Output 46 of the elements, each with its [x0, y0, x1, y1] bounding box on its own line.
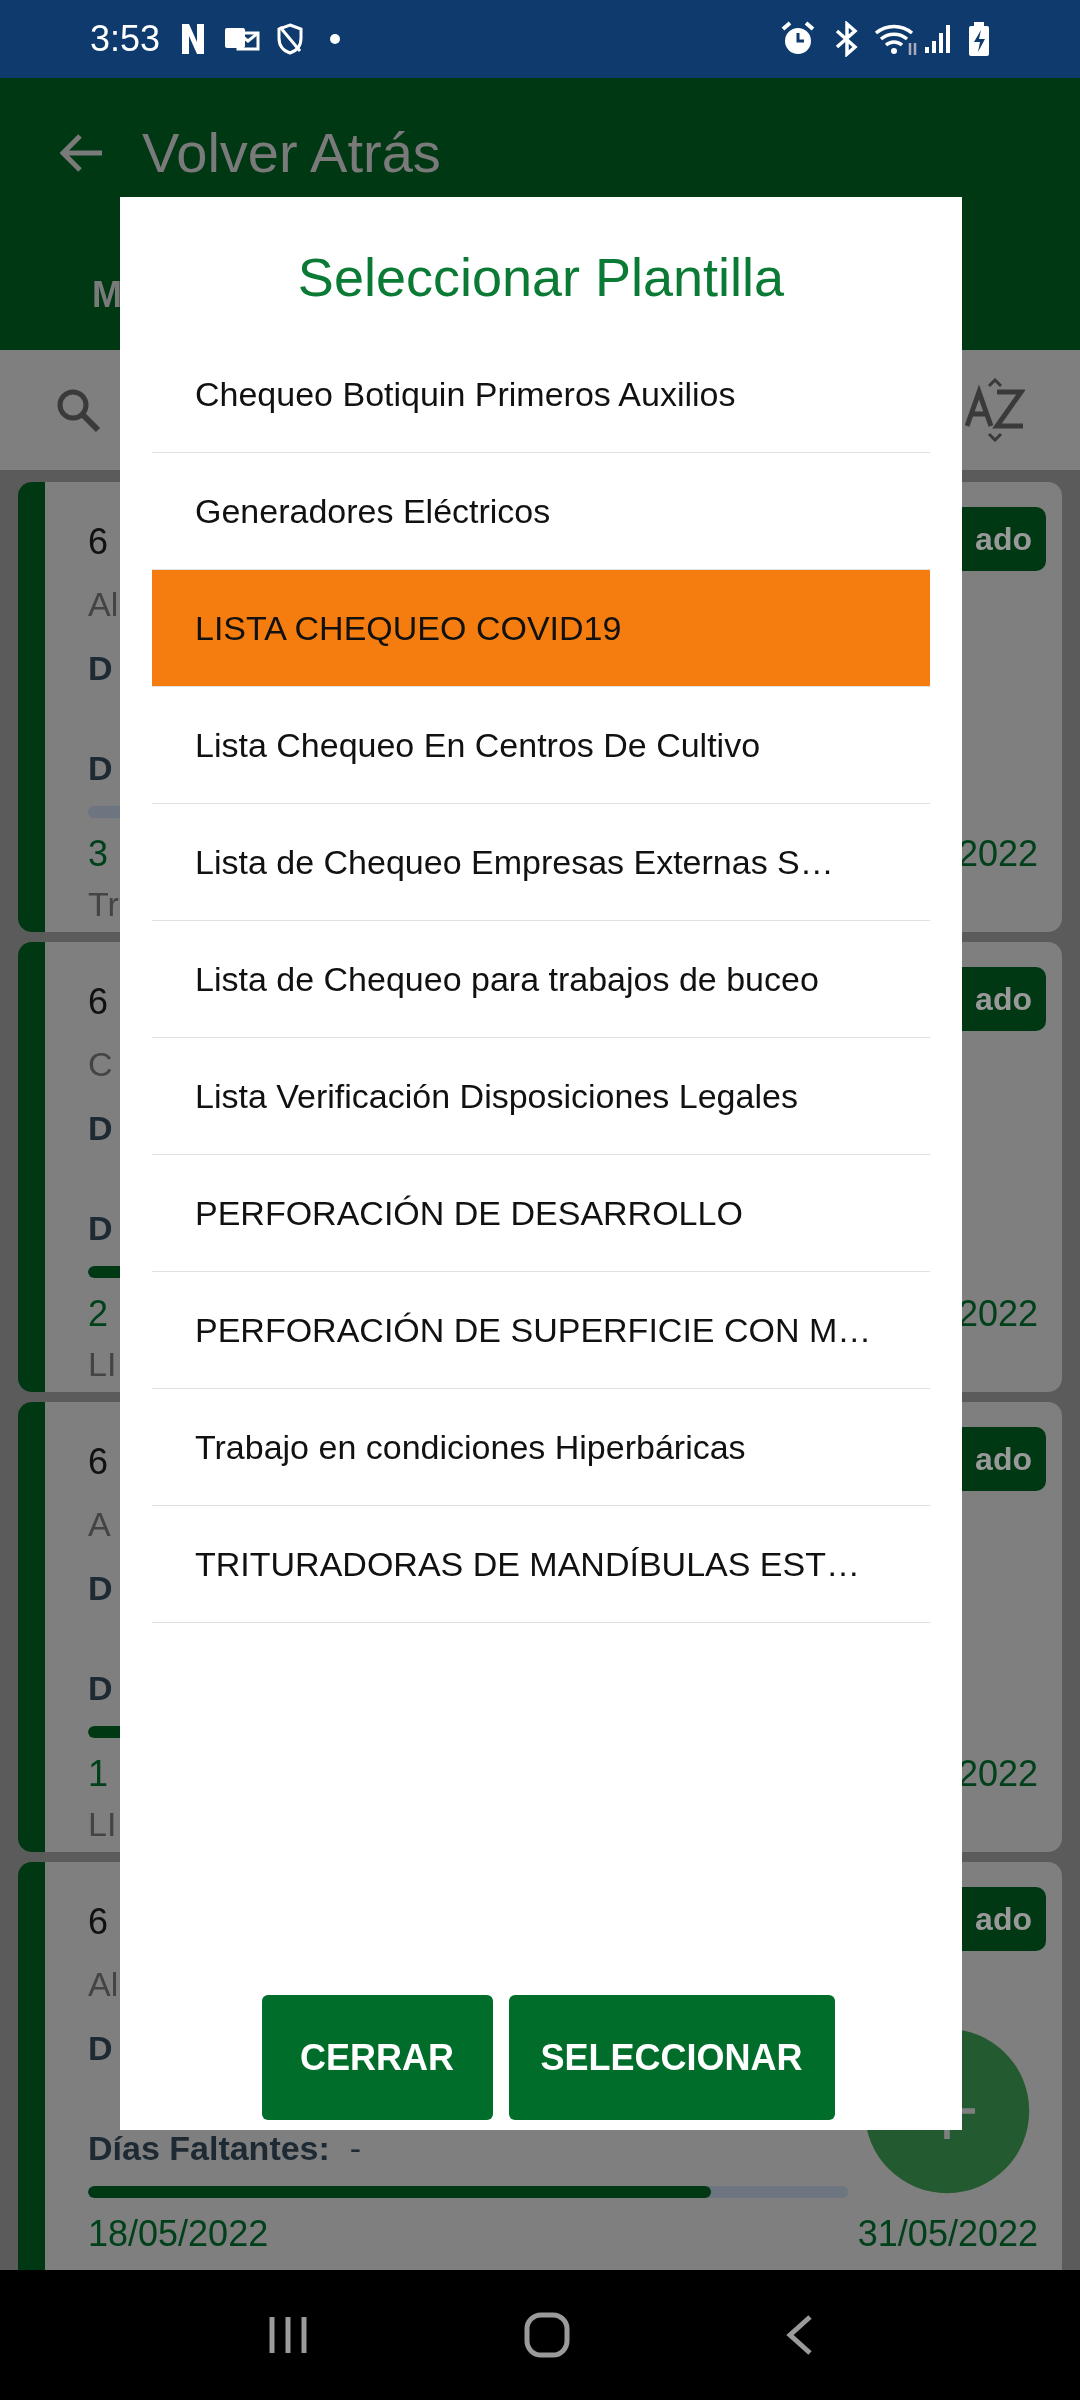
bluetooth-icon: [834, 21, 860, 57]
card-label: Días Faltantes:: [88, 2128, 330, 2169]
notification-icon: [180, 22, 207, 56]
sort-az-icon[interactable]: [965, 378, 1025, 442]
card-footer-text: LI: [88, 1803, 117, 1845]
card-footer-text: LI: [88, 1343, 117, 1385]
card-date: 2022: [957, 832, 1038, 876]
card-date: 2: [88, 1292, 109, 1336]
card-label: D: [88, 647, 113, 689]
card-date: 2022: [957, 1752, 1038, 1796]
header-title: Volver Atrás: [142, 120, 441, 186]
back-arrow-icon[interactable]: [60, 133, 104, 173]
card-title: 6: [88, 1440, 109, 1484]
card-label: D: [88, 1107, 113, 1149]
card-date: 1: [88, 1752, 109, 1796]
search-icon[interactable]: [55, 387, 101, 433]
status-time: 3:53: [90, 17, 161, 61]
card-label: D: [88, 748, 113, 789]
card-title: 6: [88, 980, 109, 1024]
card-subtitle: Al: [88, 1964, 119, 2005]
card-subtitle: C: [88, 1044, 113, 1085]
signal-icon: [924, 23, 952, 55]
select-button[interactable]: SELECCIONAR: [508, 1995, 835, 2120]
card-date: 3: [88, 832, 109, 876]
close-button[interactable]: CERRAR: [261, 1995, 493, 2120]
mail-icon: [224, 25, 261, 53]
card-label: D: [88, 1567, 113, 1609]
card-date: 2022: [957, 1292, 1038, 1336]
card-title: 6: [88, 520, 109, 564]
dialog-title: Seleccionar Plantilla: [296, 246, 786, 309]
card-title: 6: [88, 1900, 109, 1944]
card-date: 31/05/2022: [857, 2212, 1038, 2256]
card-subtitle: Al: [88, 584, 119, 625]
card-label: D: [88, 2027, 113, 2069]
battery-icon: [968, 21, 990, 57]
card-label: D: [88, 1668, 113, 1709]
alarm-icon: [780, 21, 816, 57]
card-label: D: [88, 1208, 113, 1249]
card-date: 18/05/2022: [88, 2212, 269, 2256]
dot-icon: [330, 34, 341, 44]
card-footer-text: Tr: [88, 883, 119, 925]
home-icon[interactable]: [523, 2311, 571, 2359]
shield-icon: [276, 23, 305, 55]
card-subtitle: A: [88, 1504, 111, 1545]
template-item[interactable]: LISTA CHEQUEO COVID19: [152, 570, 930, 687]
card-value: -: [349, 2128, 362, 2169]
